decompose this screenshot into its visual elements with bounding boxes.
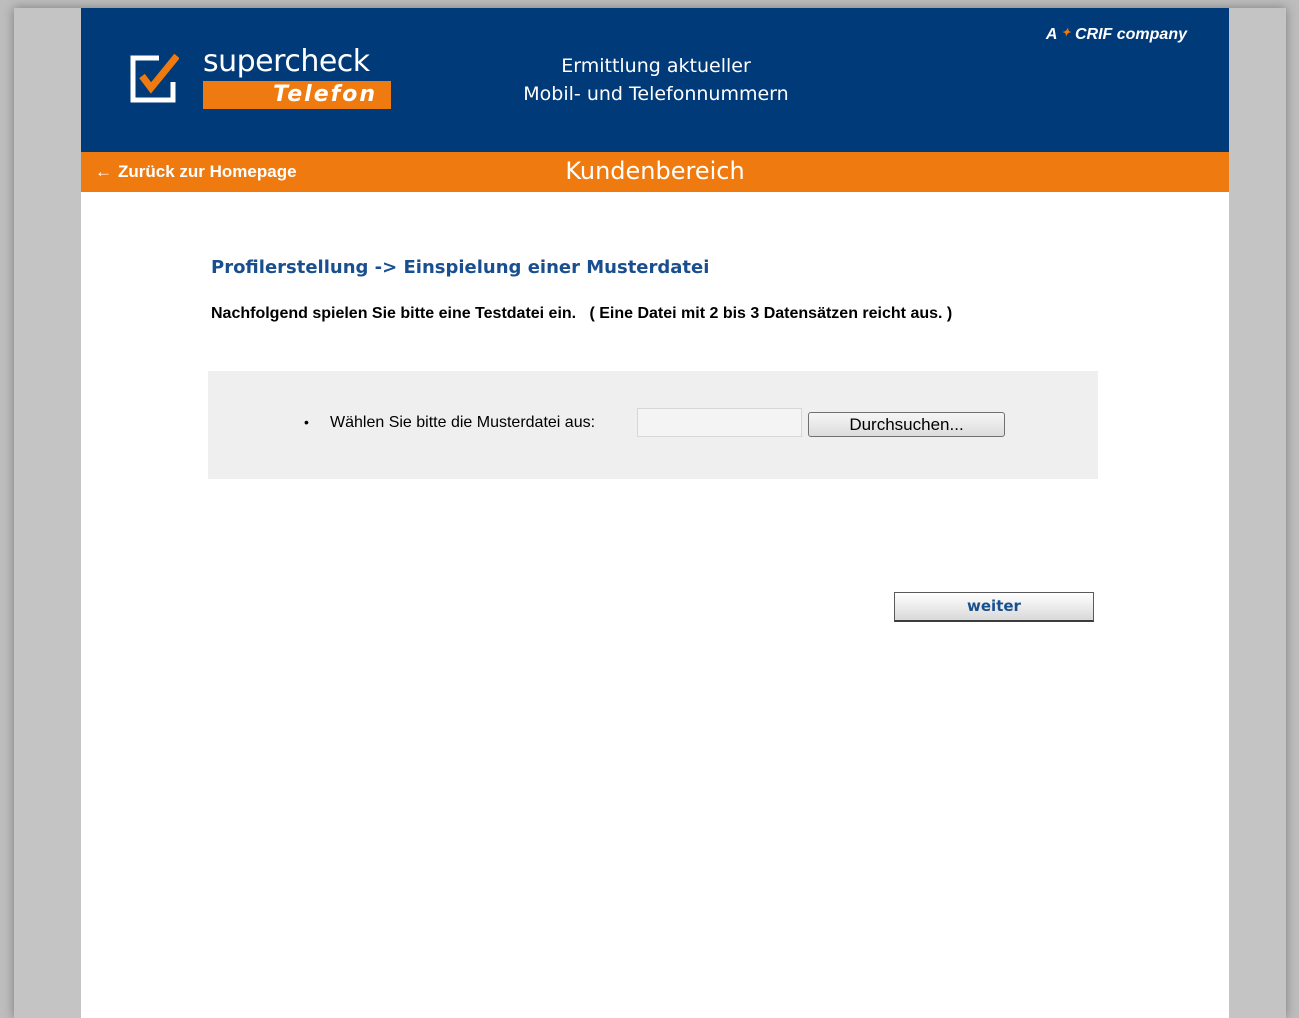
crif-spark-icon: ✦ [1061, 27, 1071, 39]
page-container: supercheck Telefon Ermittlung aktueller … [81, 8, 1229, 1018]
upload-label: Wählen Sie bitte die Musterdatei aus: [330, 414, 596, 431]
tagline-line-1: Ermittlung aktueller [561, 55, 751, 77]
next-button[interactable]: weiter [894, 592, 1094, 622]
crif-name: CRIF company [1074, 26, 1187, 43]
tagline-line-2: Mobil- und Telefonnummern [523, 83, 789, 105]
list-bullet: • [304, 414, 309, 430]
logo-subtitle: Telefon [203, 81, 391, 109]
supercheck-logo[interactable]: supercheck Telefon [127, 44, 393, 112]
instruction-text: Nachfolgend spielen Sie bitte eine Testd… [211, 305, 953, 322]
site-header: supercheck Telefon Ermittlung aktueller … [81, 8, 1229, 152]
crif-prefix: A [1045, 26, 1057, 43]
section-title: Kundenbereich [565, 157, 745, 185]
file-path-input[interactable] [637, 408, 802, 437]
header-tagline: Ermittlung aktueller Mobil- und Telefonn… [461, 52, 851, 108]
upload-panel: • Wählen Sie bitte die Musterdatei aus: … [208, 371, 1098, 479]
browse-button[interactable]: Durchsuchen... [808, 412, 1005, 437]
checkmark-box-icon [130, 53, 179, 103]
page-title: Profilerstellung -> Einspielung einer Mu… [211, 257, 710, 278]
nav-bar: ← Zurück zur Homepage Kundenbereich [81, 152, 1229, 192]
crif-company-logo: A ✦ CRIF company [1046, 26, 1187, 44]
logo-wordmark: supercheck [203, 44, 370, 79]
